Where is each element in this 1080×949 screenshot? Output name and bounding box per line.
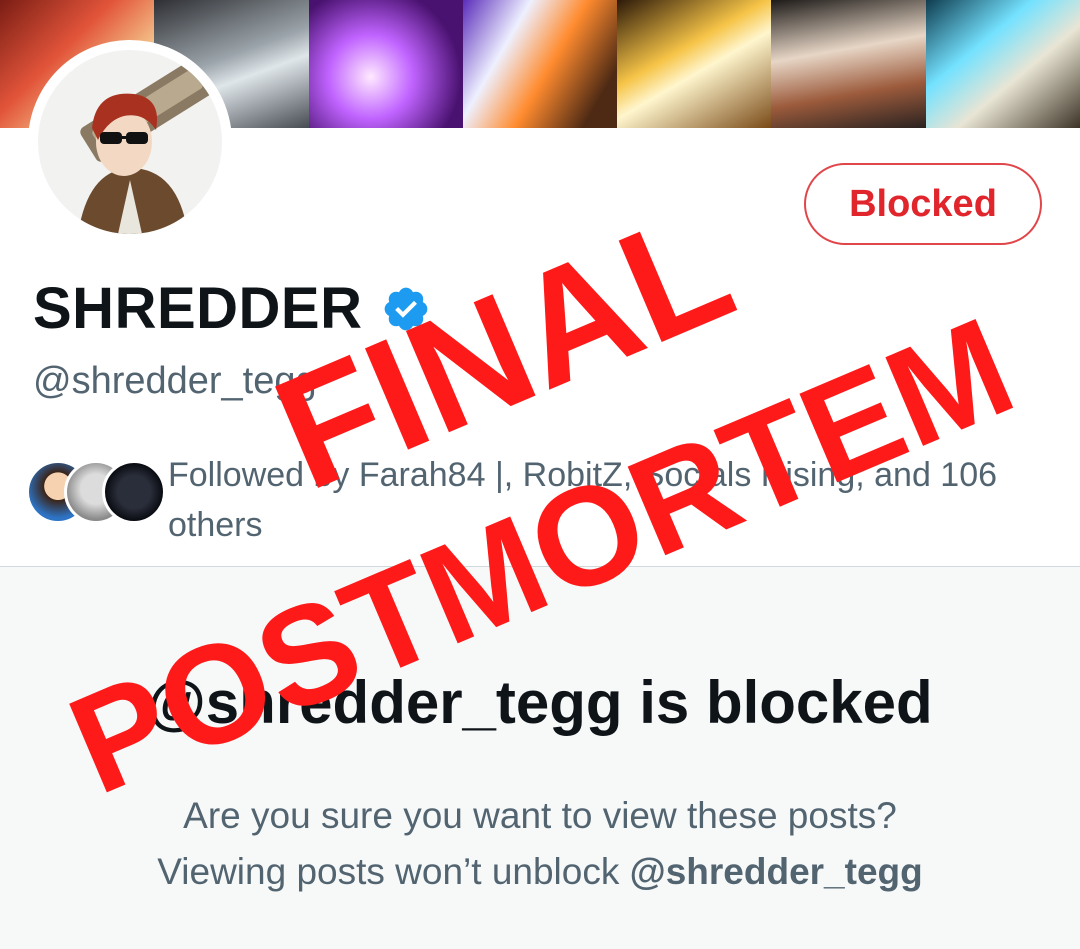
followed-by-text[interactable]: Followed by Farah84 |, RobitZ, Socials R… <box>168 450 1058 550</box>
banner-art-6 <box>771 0 926 128</box>
avatar[interactable] <box>28 40 232 244</box>
profile-name-row: SHREDDER <box>33 275 431 342</box>
blocked-description-prefix: Viewing posts won’t unblock <box>157 851 630 892</box>
profile-handle: @shredder_tegg <box>33 360 317 402</box>
banner-art-4 <box>462 0 618 128</box>
banner-art-5 <box>617 0 772 128</box>
banner-art-7 <box>925 0 1080 128</box>
blocked-description-line1: Are you sure you want to view these post… <box>183 795 897 836</box>
avatar-image <box>38 50 222 234</box>
banner-art-3 <box>308 0 463 128</box>
blocked-button[interactable]: Blocked <box>804 163 1042 245</box>
verified-badge-icon[interactable] <box>381 284 431 334</box>
follower-avatars[interactable] <box>26 460 176 530</box>
blocked-title: @shredder_tegg is blocked <box>147 669 933 736</box>
blocked-handle-mention[interactable]: @shredder_tegg <box>630 851 923 892</box>
blocked-description: Are you sure you want to view these post… <box>0 788 1080 900</box>
blocked-description-line2: Viewing posts won’t unblock @shredder_te… <box>0 844 1080 900</box>
display-name: SHREDDER <box>33 276 363 341</box>
follower-avatar-3 <box>102 460 166 524</box>
